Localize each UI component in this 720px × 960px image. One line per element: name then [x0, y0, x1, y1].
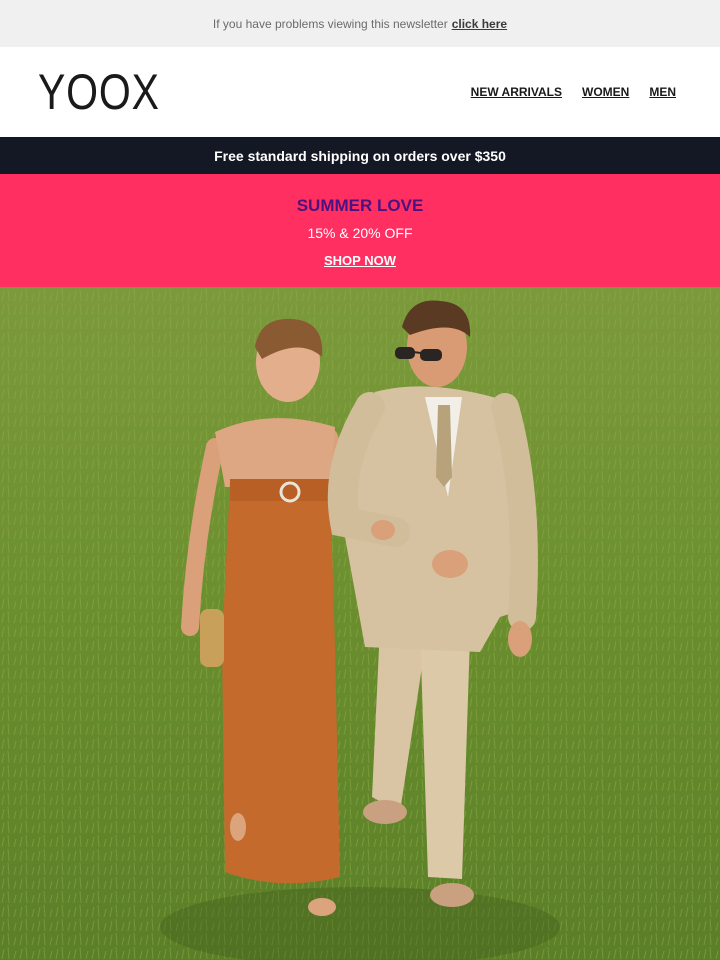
header-nav: NEW ARRIVALS WOMEN MEN — [471, 85, 676, 99]
shop-now-link[interactable]: SHOP NOW — [324, 253, 396, 268]
promo-banner[interactable]: SUMMER LOVE 15% & 20% OFF SHOP NOW — [0, 174, 720, 287]
hero-image[interactable] — [0, 287, 720, 960]
nav-women-link[interactable]: WOMEN — [582, 85, 629, 99]
preheader-bar: If you have problems viewing this newsle… — [0, 0, 720, 47]
preheader-text: If you have problems viewing this newsle… — [212, 16, 448, 31]
promo-discount: 15% & 20% OFF — [307, 224, 413, 241]
hero-photo-illustration — [0, 287, 720, 960]
yoox-logo[interactable]: YOOX — [38, 67, 160, 117]
nav-new-arrivals-link[interactable]: NEW ARRIVALS — [471, 85, 562, 99]
nav-men-link[interactable]: MEN — [649, 85, 676, 99]
shipping-banner: Free standard shipping on orders over $3… — [0, 137, 720, 174]
view-online-link[interactable]: click here — [452, 17, 507, 31]
email-header: YOOX NEW ARRIVALS WOMEN MEN — [0, 47, 720, 137]
promo-title: SUMMER LOVE — [296, 195, 424, 215]
shipping-text: Free standard shipping on orders over $3… — [214, 147, 506, 164]
